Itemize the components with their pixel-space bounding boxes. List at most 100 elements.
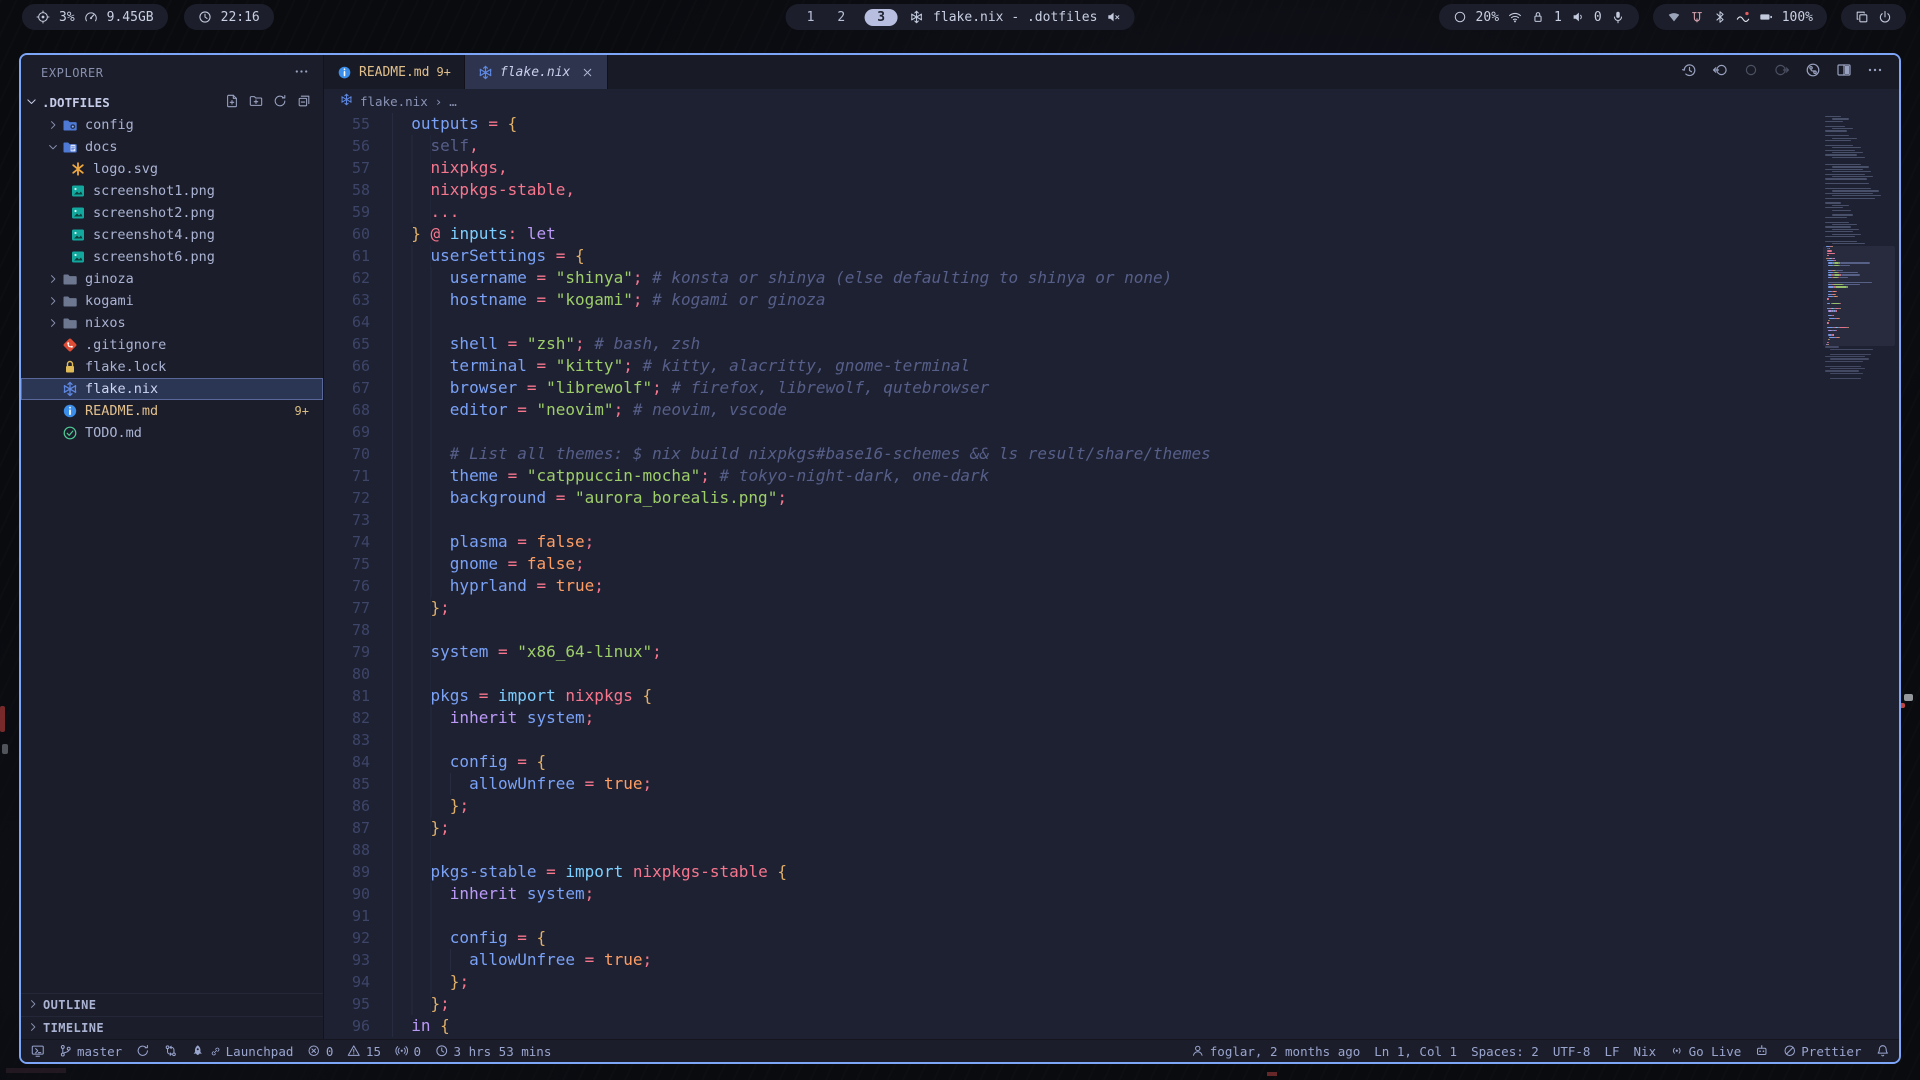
go-live[interactable]: Go Live bbox=[1670, 1044, 1741, 1059]
collapse-all-button[interactable] bbox=[297, 94, 311, 111]
image-file-icon bbox=[69, 227, 87, 243]
explorer-item-ginoza[interactable]: ginoza bbox=[21, 268, 323, 290]
connectivity-pill[interactable]: 100% bbox=[1653, 4, 1827, 30]
prettier[interactable]: Prettier bbox=[1783, 1044, 1862, 1059]
current-change-button[interactable] bbox=[1743, 62, 1759, 82]
close-tab-button[interactable] bbox=[581, 66, 594, 79]
sidebar-spacer bbox=[21, 444, 323, 993]
refresh-button[interactable] bbox=[273, 94, 287, 111]
levels-pill[interactable]: 20%10 bbox=[1439, 4, 1639, 30]
outline-section-header[interactable]: OUTLINE bbox=[21, 993, 323, 1016]
new-file-button[interactable] bbox=[225, 94, 239, 111]
eol[interactable]: LF bbox=[1604, 1044, 1619, 1059]
problems-warnings[interactable]: 15 bbox=[347, 1044, 381, 1059]
clock-pill[interactable]: 22:16 bbox=[184, 4, 274, 30]
indent-guides bbox=[392, 597, 431, 619]
label: 3% bbox=[59, 10, 75, 25]
folder-config-icon bbox=[61, 117, 79, 133]
line-number: 66 bbox=[324, 355, 370, 377]
minimap[interactable] bbox=[1825, 116, 1893, 416]
workspace-button-3[interactable]: 3 bbox=[864, 9, 898, 26]
explorer-item-screenshot6.png[interactable]: screenshot6.png bbox=[21, 246, 323, 268]
timeline-history-button[interactable] bbox=[1681, 62, 1697, 82]
code-token bbox=[768, 861, 778, 883]
label: 0 bbox=[1594, 10, 1602, 25]
line-number: 92 bbox=[324, 927, 370, 949]
indent-guides bbox=[392, 839, 431, 861]
line-number: 72 bbox=[324, 487, 370, 509]
explorer-item-kogami[interactable]: kogami bbox=[21, 290, 323, 312]
explorer-item-TODO.md[interactable]: TODO.md bbox=[21, 422, 323, 444]
workspace-button-1[interactable]: 1 bbox=[800, 10, 822, 25]
indentation[interactable]: Spaces: 2 bbox=[1471, 1044, 1539, 1059]
chevron-right-icon bbox=[47, 119, 59, 131]
breadcrumb-file[interactable]: flake.nix bbox=[360, 94, 428, 109]
nix-icon bbox=[910, 10, 924, 24]
explorer-sidebar: EXPLORER .DOTFILES configdocslogo.svgscr… bbox=[21, 55, 324, 1039]
timeline-section-header[interactable]: TIMELINE bbox=[21, 1016, 323, 1039]
remote-indicator[interactable] bbox=[31, 1044, 45, 1058]
language-mode[interactable]: Nix bbox=[1634, 1044, 1657, 1059]
line-number: 91 bbox=[324, 905, 370, 927]
explorer-item-screenshot4.png[interactable]: screenshot4.png bbox=[21, 224, 323, 246]
code-token: { bbox=[575, 245, 585, 267]
code-token: ; bbox=[575, 553, 585, 575]
problems-errors[interactable]: 0 bbox=[307, 1044, 333, 1059]
breadcrumb-more[interactable]: … bbox=[449, 94, 457, 109]
git-blame[interactable]: foglar, 2 months ago bbox=[1191, 1044, 1360, 1059]
new-folder-button[interactable] bbox=[249, 94, 263, 111]
label: 1 bbox=[1554, 10, 1562, 25]
explorer-item-.gitignore[interactable]: .gitignore bbox=[21, 334, 323, 356]
session-pill[interactable] bbox=[1841, 4, 1906, 30]
sync-changes[interactable] bbox=[136, 1044, 150, 1058]
indent-guides bbox=[392, 421, 450, 443]
breadcrumb[interactable]: flake.nix › … bbox=[324, 89, 1899, 113]
explorer-more-actions-button[interactable] bbox=[294, 64, 309, 82]
status-text: 0 bbox=[413, 1044, 421, 1059]
encoding[interactable]: UTF-8 bbox=[1553, 1044, 1591, 1059]
code-token: nixpkgs bbox=[565, 685, 632, 707]
explorer-item-logo.svg[interactable]: logo.svg bbox=[21, 158, 323, 180]
explorer-item-flake.nix[interactable]: flake.nix bbox=[21, 378, 323, 400]
workspace-button-2[interactable]: 2 bbox=[830, 10, 852, 25]
line-number: 56 bbox=[324, 135, 370, 157]
explorer-item-README.md[interactable]: README.md9+ bbox=[21, 400, 323, 422]
cursor-position[interactable]: Ln 1, Col 1 bbox=[1374, 1044, 1457, 1059]
git-branch[interactable]: master bbox=[59, 1044, 123, 1059]
extension-status[interactable] bbox=[1755, 1044, 1769, 1058]
code-token: } bbox=[411, 223, 421, 245]
minimap-viewport[interactable] bbox=[1823, 246, 1895, 347]
indent-guides bbox=[392, 311, 450, 333]
code-token: nixpkgs-stable, bbox=[431, 179, 576, 201]
broadcast-count[interactable]: 0 bbox=[395, 1044, 421, 1059]
folder-open-docs-icon bbox=[62, 139, 78, 155]
file-label: logo.svg bbox=[93, 161, 158, 177]
explorer-item-nixos[interactable]: nixos bbox=[21, 312, 323, 334]
previous-change-button[interactable] bbox=[1712, 62, 1728, 82]
next-change-button[interactable] bbox=[1774, 62, 1790, 82]
explorer-item-screenshot1.png[interactable]: screenshot1.png bbox=[21, 180, 323, 202]
tab-flake.nix[interactable]: flake.nix bbox=[465, 55, 608, 89]
workspace-section-header[interactable]: .DOTFILES bbox=[21, 91, 323, 114]
code-token bbox=[517, 883, 527, 905]
launchpad[interactable]: Launchpad bbox=[191, 1044, 293, 1059]
tab-README.md[interactable]: README.md9+ bbox=[324, 55, 465, 89]
git-graph-button[interactable] bbox=[1805, 62, 1821, 82]
workspaces-title-pill[interactable]: 123flake.nix - .dotfiles bbox=[786, 4, 1135, 30]
time-tracker[interactable]: 3 hrs 53 mins bbox=[435, 1044, 551, 1059]
explorer-item-docs[interactable]: docs bbox=[21, 136, 323, 158]
nix-file-icon bbox=[340, 93, 353, 106]
folder-icon bbox=[61, 315, 79, 331]
system-stats-pill[interactable]: 3%9.45GB bbox=[22, 4, 168, 30]
code-token: "zsh" bbox=[527, 333, 575, 355]
explorer-item-flake.lock[interactable]: flake.lock bbox=[21, 356, 323, 378]
more-actions-button[interactable] bbox=[1867, 62, 1883, 82]
code-token: "neovim" bbox=[537, 399, 614, 421]
explorer-item-config[interactable]: config bbox=[21, 114, 323, 136]
split-editor-button[interactable] bbox=[1836, 62, 1852, 82]
code-editor[interactable]: 55 outputs = {56 self,57 nixpkgs,58 nixp… bbox=[324, 113, 1899, 1039]
explorer-item-screenshot2.png[interactable]: screenshot2.png bbox=[21, 202, 323, 224]
notifications[interactable] bbox=[1876, 1044, 1890, 1058]
git-compare[interactable] bbox=[164, 1044, 178, 1058]
indent-guides bbox=[392, 289, 450, 311]
